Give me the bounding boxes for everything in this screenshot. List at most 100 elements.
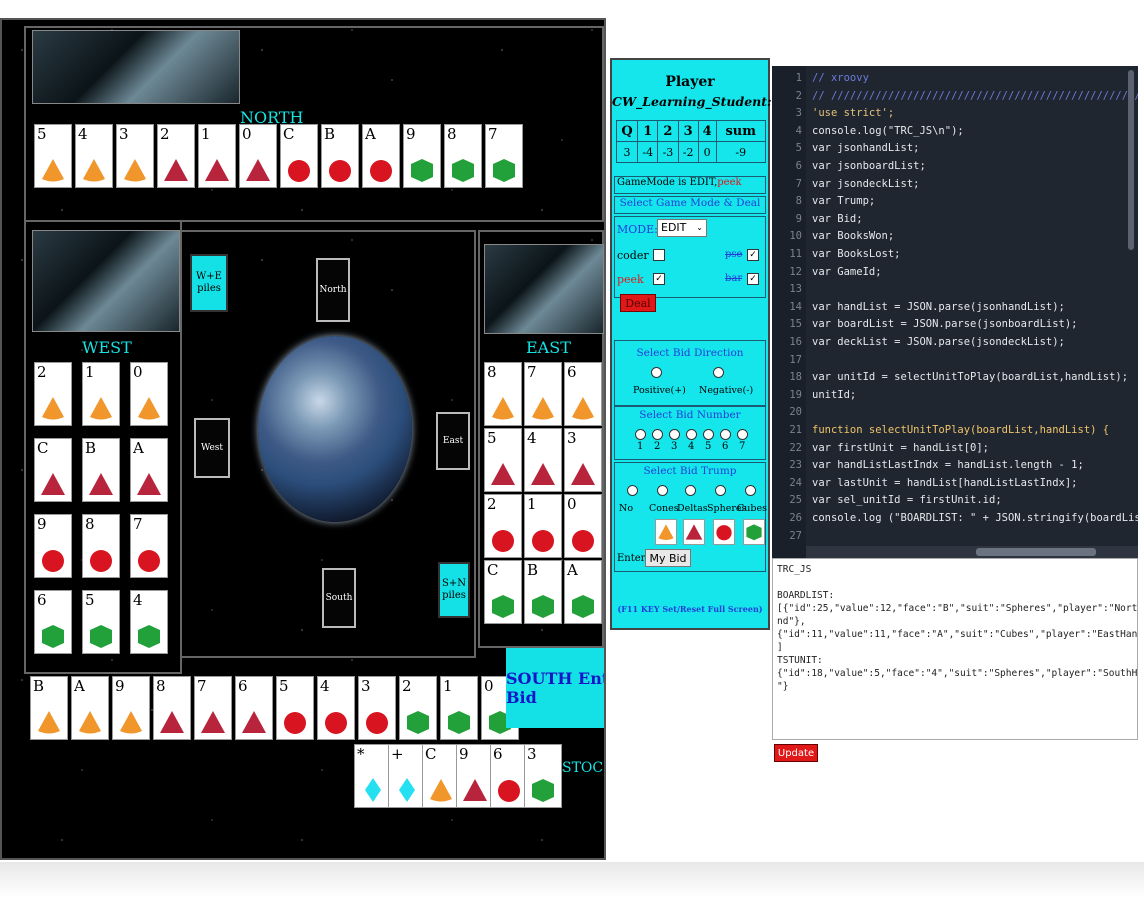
playing-card[interactable]: 6: [564, 362, 602, 426]
bid-number-radio[interactable]: [703, 429, 714, 440]
score-header: 1: [637, 120, 659, 142]
playing-card[interactable]: 5: [34, 124, 72, 188]
playing-card[interactable]: C: [484, 560, 522, 624]
deltas-suit-icon: [201, 711, 225, 733]
code-editor[interactable]: 1 // xroovy 2 // //////////////////////////…: [772, 66, 1138, 558]
playing-card[interactable]: 7: [485, 124, 523, 188]
code-line: 24 var lastUnit = handList[handListLastIn…: [772, 475, 1138, 491]
playing-card[interactable]: 3: [358, 676, 396, 740]
playing-card[interactable]: 4: [317, 676, 355, 740]
playing-card[interactable]: 3: [564, 428, 602, 492]
playing-card[interactable]: B: [82, 438, 120, 502]
my-bid-button[interactable]: My Bid: [645, 549, 691, 567]
playing-card[interactable]: 7: [524, 362, 562, 426]
bid-number-radio[interactable]: [652, 429, 663, 440]
west-seat-slot[interactable]: West: [194, 418, 230, 478]
code-line: 9 var Bid;: [772, 211, 1138, 227]
playing-card[interactable]: 8: [153, 676, 191, 740]
negative-radio[interactable]: [713, 367, 724, 378]
playing-card[interactable]: A: [71, 676, 109, 740]
playing-card[interactable]: 6: [490, 744, 528, 808]
playing-card[interactable]: B: [321, 124, 359, 188]
playing-card[interactable]: B: [30, 676, 68, 740]
playing-card[interactable]: 9: [34, 514, 72, 578]
playing-card[interactable]: 7: [130, 514, 168, 578]
playing-card[interactable]: B: [524, 560, 562, 624]
trump-radio[interactable]: [685, 485, 696, 496]
trump-radio[interactable]: [745, 485, 756, 496]
playing-card[interactable]: 8: [444, 124, 482, 188]
playing-card[interactable]: A: [564, 560, 602, 624]
deal-button[interactable]: Deal: [620, 294, 656, 312]
peek-checkbox[interactable]: ✓: [653, 273, 665, 285]
playing-card[interactable]: 5: [82, 590, 120, 654]
trump-radio[interactable]: [627, 485, 638, 496]
playing-card[interactable]: C: [280, 124, 318, 188]
line-number: 4: [795, 124, 802, 137]
line-number: 2: [795, 89, 802, 102]
playing-card[interactable]: 3: [524, 744, 562, 808]
playing-card[interactable]: 5: [484, 428, 522, 492]
trump-radio[interactable]: [657, 485, 668, 496]
playing-card[interactable]: 4: [75, 124, 113, 188]
playing-card[interactable]: 2: [484, 494, 522, 558]
bid-number-radio[interactable]: [686, 429, 697, 440]
playing-card[interactable]: 9: [456, 744, 494, 808]
playing-card[interactable]: 2: [399, 676, 437, 740]
horizontal-scrollbar[interactable]: [806, 546, 1138, 558]
playing-card[interactable]: 1: [198, 124, 236, 188]
playing-card[interactable]: 4: [130, 590, 168, 654]
playing-card[interactable]: 9: [403, 124, 441, 188]
playing-card[interactable]: 8: [82, 514, 120, 578]
east-seat-slot[interactable]: East: [436, 412, 470, 470]
coder-checkbox[interactable]: [653, 249, 665, 261]
playing-card[interactable]: 8: [484, 362, 522, 426]
trump-radio[interactable]: [715, 485, 726, 496]
deltas-suit-icon: [463, 779, 487, 801]
we-piles-button[interactable]: W+E piles: [190, 254, 228, 312]
line-number: 1: [795, 72, 802, 84]
playing-card[interactable]: 5: [276, 676, 314, 740]
bar-checkbox[interactable]: ✓: [747, 273, 759, 285]
south-seat-slot[interactable]: South: [322, 568, 356, 628]
playing-card[interactable]: A: [130, 438, 168, 502]
playing-card[interactable]: 0: [564, 494, 602, 558]
playing-card[interactable]: A: [362, 124, 400, 188]
playing-card[interactable]: 2: [34, 362, 72, 426]
north-seat-slot[interactable]: North: [316, 258, 350, 322]
playing-card[interactable]: +: [388, 744, 426, 808]
playing-card[interactable]: *: [354, 744, 392, 808]
bid-number-radio[interactable]: [720, 429, 731, 440]
scrollbar-thumb[interactable]: [976, 548, 1096, 556]
vertical-scrollbar-thumb[interactable]: [1128, 70, 1134, 250]
playing-card[interactable]: 6: [34, 590, 72, 654]
playing-card[interactable]: 2: [157, 124, 195, 188]
bid-number-radio[interactable]: [635, 429, 646, 440]
code-text: var firstUnit = handList[0];: [812, 441, 990, 454]
bid-number-radio[interactable]: [737, 429, 748, 440]
playing-card[interactable]: 4: [524, 428, 562, 492]
playing-card[interactable]: 9: [112, 676, 150, 740]
update-button[interactable]: Update: [774, 744, 818, 762]
cones-suit-icon: [79, 711, 101, 734]
playing-card[interactable]: 1: [82, 362, 120, 426]
south-enter-bid-banner: SOUTH Enter Bid: [506, 648, 604, 728]
playing-card[interactable]: 0: [239, 124, 277, 188]
code-text: var boardList = JSON.parse(jsonboardList…: [812, 318, 1078, 331]
mode-select[interactable]: EDIT ⌄: [657, 219, 707, 237]
playing-card[interactable]: 0: [130, 362, 168, 426]
positive-radio[interactable]: [651, 367, 662, 378]
playing-card[interactable]: 3: [116, 124, 154, 188]
playing-card[interactable]: 1: [524, 494, 562, 558]
sn-piles-button[interactable]: S+N piles: [438, 562, 470, 618]
playing-card[interactable]: 6: [235, 676, 273, 740]
playing-card[interactable]: C: [34, 438, 72, 502]
bid-number-radio[interactable]: [669, 429, 680, 440]
cubes-suit-icon: [572, 595, 594, 618]
playing-card[interactable]: C: [422, 744, 460, 808]
pse-checkbox[interactable]: ✓: [747, 249, 759, 261]
card-value: 4: [320, 677, 330, 695]
card-value: 7: [488, 125, 498, 143]
playing-card[interactable]: 7: [194, 676, 232, 740]
playing-card[interactable]: 1: [440, 676, 478, 740]
